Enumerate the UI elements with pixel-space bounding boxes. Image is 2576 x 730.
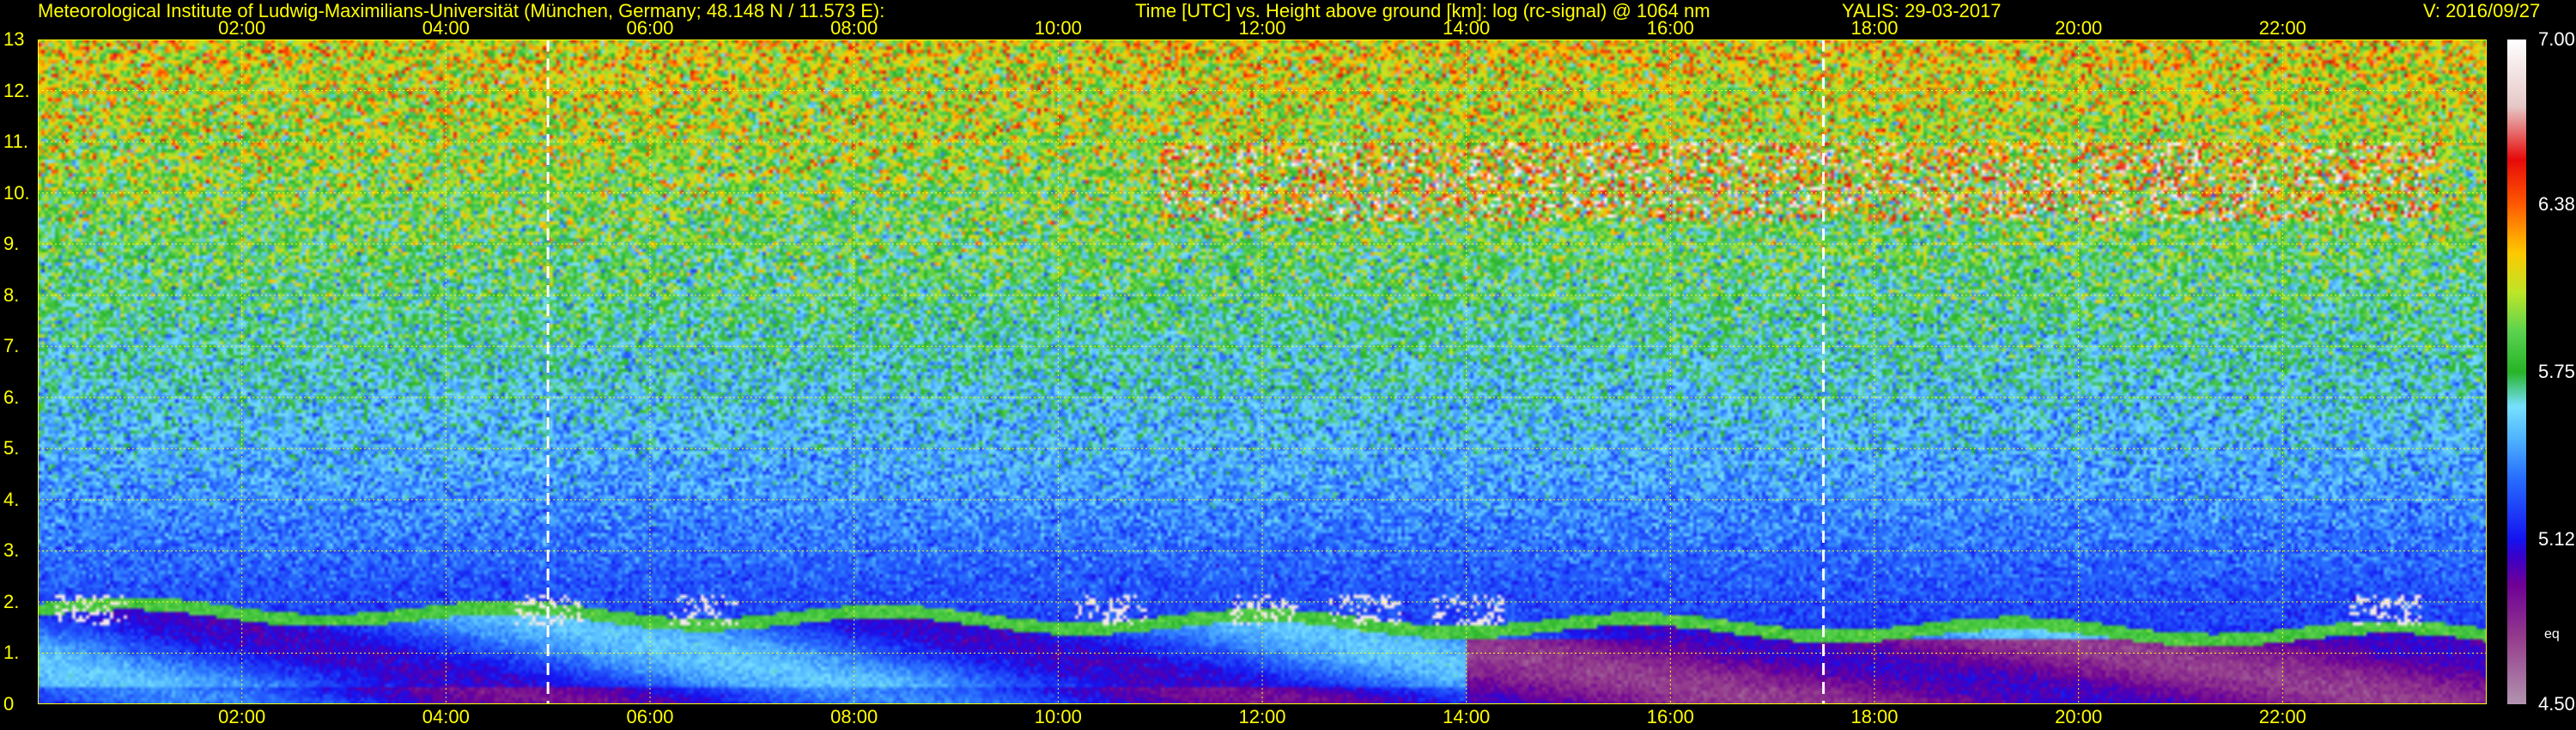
x-tick-bottom: 02:00 — [218, 706, 266, 727]
x-tick-top: 08:00 — [830, 17, 878, 39]
x-tick-bottom: 08:00 — [830, 706, 878, 727]
colorbar-tick: 4.50 — [2538, 693, 2575, 715]
x-tick-bottom: 06:00 — [626, 706, 674, 727]
colorbar-tick: 5.75 — [2538, 361, 2575, 382]
x-tick-bottom: 20:00 — [2055, 706, 2103, 727]
x-tick-top: 22:00 — [2258, 17, 2306, 39]
y-tick: 2. — [3, 590, 20, 612]
colorbar-eq-label: eq — [2544, 627, 2560, 642]
x-tick-bottom: 04:00 — [422, 706, 470, 727]
x-tick-bottom: 22:00 — [2258, 706, 2306, 727]
x-tick-top: 02:00 — [218, 17, 266, 39]
colorbar-tick: 6.38 — [2538, 192, 2575, 215]
x-tick-bottom: 18:00 — [1850, 706, 1899, 727]
x-tick-top: 18:00 — [1850, 17, 1899, 39]
x-tick-top: 04:00 — [422, 17, 470, 39]
colorbar-tick: 5.12 — [2538, 528, 2575, 551]
y-tick: 9. — [3, 233, 20, 255]
y-tick: 10. — [3, 181, 30, 204]
y-tick: 6. — [3, 386, 20, 408]
y-tick: 7. — [3, 335, 20, 357]
x-tick-top: 06:00 — [626, 17, 674, 39]
x-tick-bottom: 12:00 — [1238, 706, 1286, 727]
colorbar-tick: 7.00 — [2538, 28, 2575, 50]
x-tick-bottom: 16:00 — [1646, 706, 1694, 727]
y-tick: 0 — [3, 693, 15, 715]
x-tick-top: 10:00 — [1034, 17, 1082, 39]
x-tick-bottom: 10:00 — [1034, 706, 1082, 727]
y-tick: 11. — [3, 131, 28, 153]
y-tick: 8. — [3, 283, 20, 306]
plot-overlay — [38, 40, 2487, 704]
x-tick-top: 14:00 — [1443, 17, 1491, 39]
version-label: V: 2016/09/27 — [2423, 0, 2541, 21]
x-tick-top: 16:00 — [1646, 17, 1694, 39]
x-tick-bottom: 14:00 — [1443, 706, 1491, 727]
y-tick: 4. — [3, 488, 20, 510]
y-tick: 13 — [3, 28, 25, 50]
y-tick: 5. — [3, 437, 20, 459]
y-tick: 1. — [3, 642, 20, 664]
colorbar — [2507, 40, 2526, 704]
x-tick-top: 20:00 — [2055, 17, 2103, 39]
y-tick: 12. — [3, 79, 30, 101]
y-tick: 3. — [3, 539, 20, 562]
x-tick-top: 12:00 — [1238, 17, 1286, 39]
